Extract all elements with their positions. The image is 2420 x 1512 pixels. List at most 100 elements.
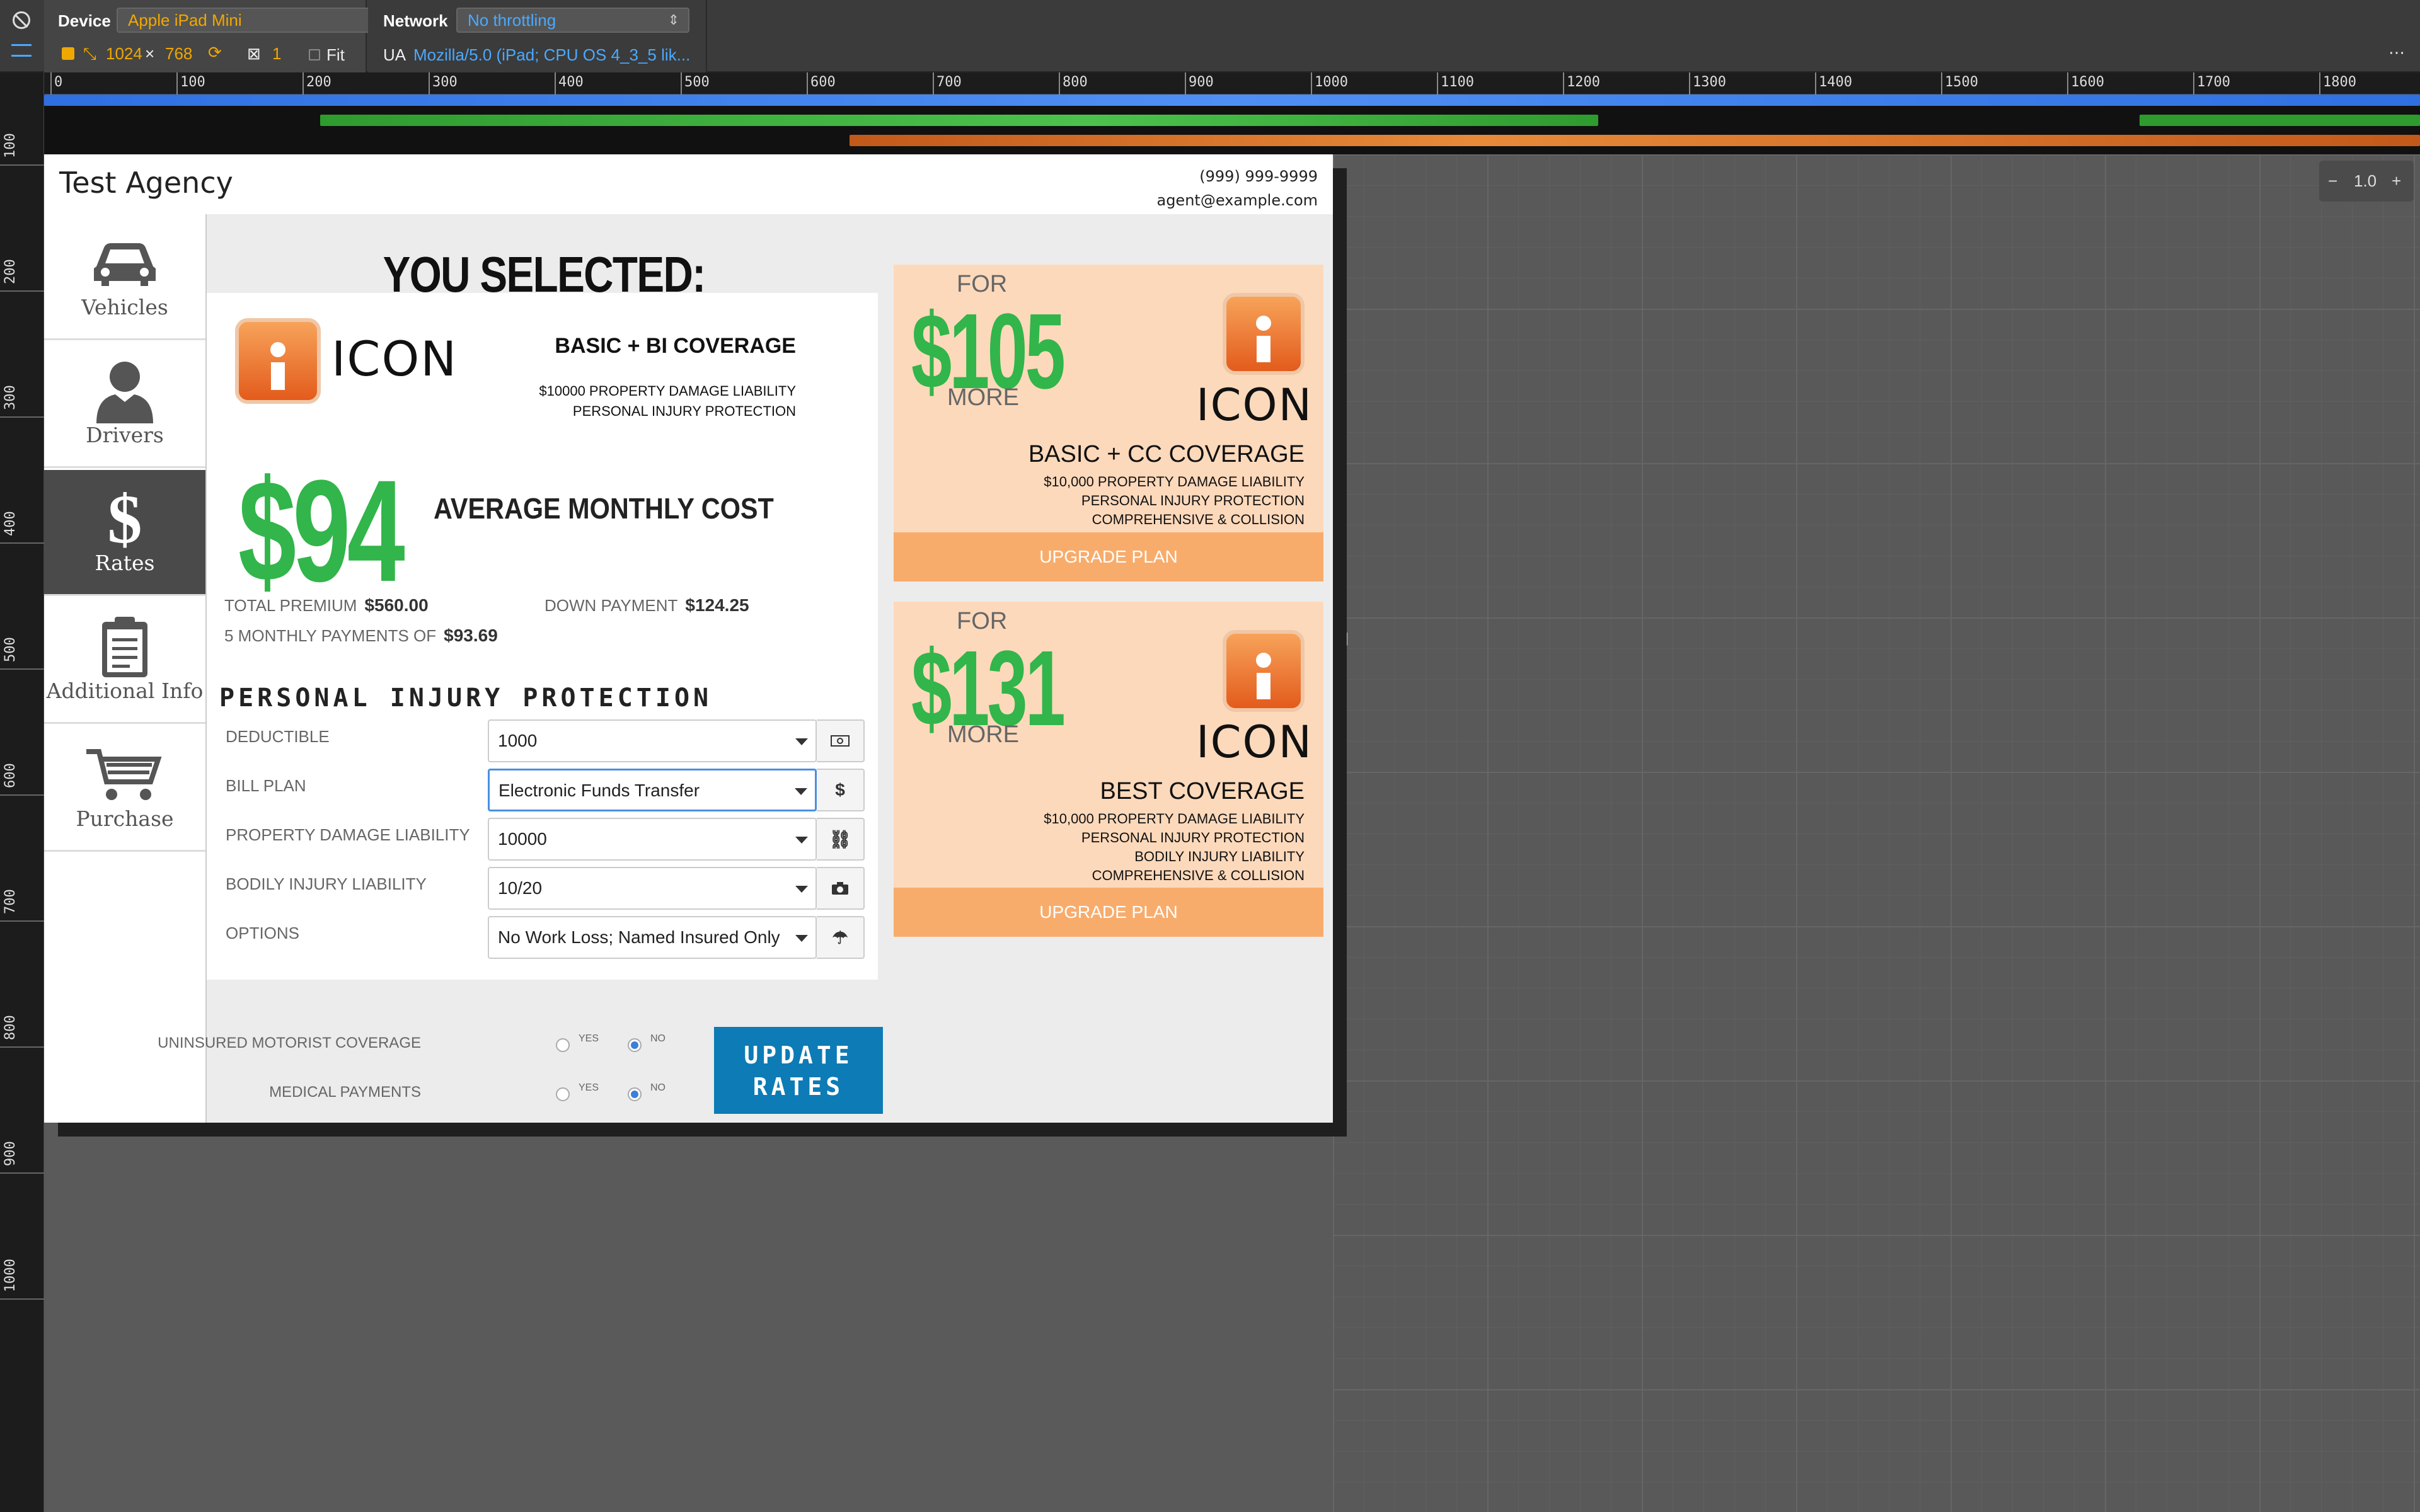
sidebar-item-rates[interactable]: $ Rates	[44, 470, 205, 596]
monthly-payments-value: $93.69	[444, 626, 498, 645]
email-address[interactable]: agent@example.com	[1156, 188, 1318, 212]
media-bar-max-width[interactable]	[44, 94, 2420, 106]
resize-handle-right[interactable]: |||	[1338, 630, 1349, 646]
options-select[interactable]: No Work Loss; Named Insured Only	[488, 916, 817, 959]
down-payment-label: DOWN PAYMENT	[544, 596, 678, 615]
app-header: Test Agency (999) 999-9999 agent@example…	[44, 154, 1333, 214]
sidebar: Vehicles Drivers $ Rates Additional Info…	[44, 214, 207, 1123]
checkbox-icon[interactable]	[62, 47, 74, 60]
ruler-top: 0 100 200 300 400 500 600 700 800 900 1000 1100 1200…	[44, 72, 2420, 94]
scale-value[interactable]: 1	[272, 44, 281, 64]
upgrade-more: MORE	[947, 384, 1019, 411]
ruler-tick	[2067, 72, 2068, 94]
radio-label: NO	[650, 1033, 666, 1044]
ruler-tick-label: 300	[432, 74, 458, 90]
phone-number[interactable]: (999) 999-9999	[1156, 164, 1318, 188]
media-bar-min-width[interactable]	[850, 135, 2420, 146]
zoom-in-button[interactable]: +	[2392, 161, 2401, 202]
button-line: RATES	[752, 1073, 844, 1101]
ruler-tick-label: 500	[684, 74, 710, 90]
ruler-tick	[1437, 72, 1438, 94]
resize-handle-bottom[interactable]: ≡	[677, 1123, 686, 1139]
carrier-name: ICON	[1196, 379, 1313, 431]
sidebar-item-additional-info[interactable]: Additional Info	[44, 598, 205, 724]
ruler-tick	[0, 542, 44, 544]
ruler-tick-label: 400	[558, 74, 584, 90]
uninsured-no-radio[interactable]	[628, 1038, 642, 1052]
total-premium-value: $560.00	[364, 595, 429, 615]
ruler-tick-label: 1600	[2071, 74, 2104, 90]
bill-plan-select[interactable]: Electronic Funds Transfer	[488, 769, 817, 811]
upgrade-plan-details: $10,000 PROPERTY DAMAGE LIABILITY PERSON…	[1044, 810, 1305, 885]
block-icon[interactable]	[13, 11, 30, 29]
ruler-tick-label: 100	[3, 133, 18, 158]
fit-checkbox[interactable]	[309, 49, 320, 60]
select-value: 10/20	[498, 878, 543, 898]
ruler-tick-label: 700	[936, 74, 962, 90]
deductible-select[interactable]: 1000	[488, 719, 817, 762]
plan-detail: $10,000 PROPERTY DAMAGE LIABILITY	[1044, 811, 1305, 827]
width-value[interactable]: 1024	[106, 44, 142, 64]
plan-detail: PERSONAL INJURY PROTECTION	[1081, 830, 1305, 845]
bodily-injury-select[interactable]: 10/20	[488, 867, 817, 910]
select-value: 10000	[498, 829, 547, 849]
sidebar-item-purchase[interactable]: Purchase	[44, 726, 205, 852]
property-damage-select[interactable]: 10000	[488, 818, 817, 861]
upgrade-card: FOR $105 MORE ICON BASIC + CC COVERAGE $…	[894, 265, 1323, 581]
medical-yes-radio[interactable]	[556, 1087, 570, 1101]
contact-info: (999) 999-9999 agent@example.com	[1156, 164, 1318, 212]
ruler-tick-label: 1300	[1693, 74, 1726, 90]
ruler-tick-label: 1200	[1567, 74, 1600, 90]
section-title: PERSONAL INJURY PROTECTION	[219, 684, 713, 713]
ua-value[interactable]: Mozilla/5.0 (iPad; CPU OS 4_3_5 lik...	[413, 45, 703, 65]
ruler-tick	[1563, 72, 1564, 94]
upgrade-plan-button[interactable]: UPGRADE PLAN	[894, 888, 1323, 937]
zoom-out-button[interactable]: −	[2328, 161, 2337, 202]
agency-name[interactable]: Test Agency	[59, 166, 233, 200]
height-value[interactable]: 768	[165, 44, 192, 64]
rotate-icon[interactable]: ⟳	[208, 43, 222, 62]
sidebar-item-vehicles[interactable]: Vehicles	[44, 214, 205, 340]
down-payment: DOWN PAYMENT $124.25	[544, 595, 749, 616]
ruler-tick-label: 1000	[3, 1259, 18, 1292]
media-bar-min-max[interactable]	[320, 115, 1598, 126]
uninsured-yes-radio[interactable]	[556, 1038, 570, 1052]
emulation-drawer-icon[interactable]	[11, 44, 32, 57]
price-caption: AVERAGE MONTHLY COST	[434, 492, 774, 525]
ruler-tick-label: 900	[3, 1141, 18, 1166]
media-bar-min-max[interactable]	[2140, 115, 2420, 126]
person-icon	[96, 362, 153, 423]
ruler-tick	[429, 72, 430, 94]
device-select[interactable]: Apple iPad Mini ⇕	[117, 8, 394, 33]
carrier-logo-icon	[1223, 630, 1305, 712]
ruler-tick-label: 0	[54, 74, 63, 90]
devtools-toolbar: Device Apple iPad Mini ⇕ ⤡ 1024 × 768 ⟳ …	[0, 0, 2420, 72]
field-bodily-injury: BODILY INJURY LIABILITY 10/20	[207, 867, 878, 916]
sidebar-item-drivers[interactable]: Drivers	[44, 342, 205, 468]
down-payment-value: $124.25	[685, 595, 749, 615]
ruler-tick	[2319, 72, 2320, 94]
medical-no-radio[interactable]	[628, 1087, 642, 1101]
ruler-tick	[807, 72, 808, 94]
update-rates-button[interactable]: UPDATE RATES	[714, 1027, 883, 1114]
device-viewport: Test Agency (999) 999-9999 agent@example…	[44, 154, 1333, 1123]
zoom-control: − 1.0 +	[2319, 161, 2414, 202]
ruler-tick-label: 1400	[1819, 74, 1852, 90]
more-icon[interactable]: ⋯	[2388, 43, 2405, 62]
field-options: OPTIONS No Work Loss; Named Insured Only…	[207, 916, 878, 965]
ruler-tick-label: 400	[3, 511, 18, 536]
field-label: OPTIONS	[226, 924, 300, 942]
ruler-tick	[0, 416, 44, 418]
ruler-tick	[0, 1172, 44, 1174]
plan-details: $10000 PROPERTY DAMAGE LIABILITY PERSONA…	[539, 381, 796, 421]
select-value: No Work Loss; Named Insured Only	[498, 927, 780, 947]
carrier-logo-icon	[1223, 293, 1305, 375]
network-select[interactable]: No throttling ⇕	[456, 8, 689, 33]
monthly-payments-label: 5 MONTHLY PAYMENTS OF	[224, 626, 437, 645]
ruler-tick	[1941, 72, 1942, 94]
network-section: Network No throttling ⇕ UA Mozilla/5.0 (…	[368, 0, 707, 72]
ruler-tick	[0, 164, 44, 166]
radio-label: NO	[650, 1082, 666, 1093]
ruler-tick-label: 300	[3, 385, 18, 410]
upgrade-plan-button[interactable]: UPGRADE PLAN	[894, 532, 1323, 581]
